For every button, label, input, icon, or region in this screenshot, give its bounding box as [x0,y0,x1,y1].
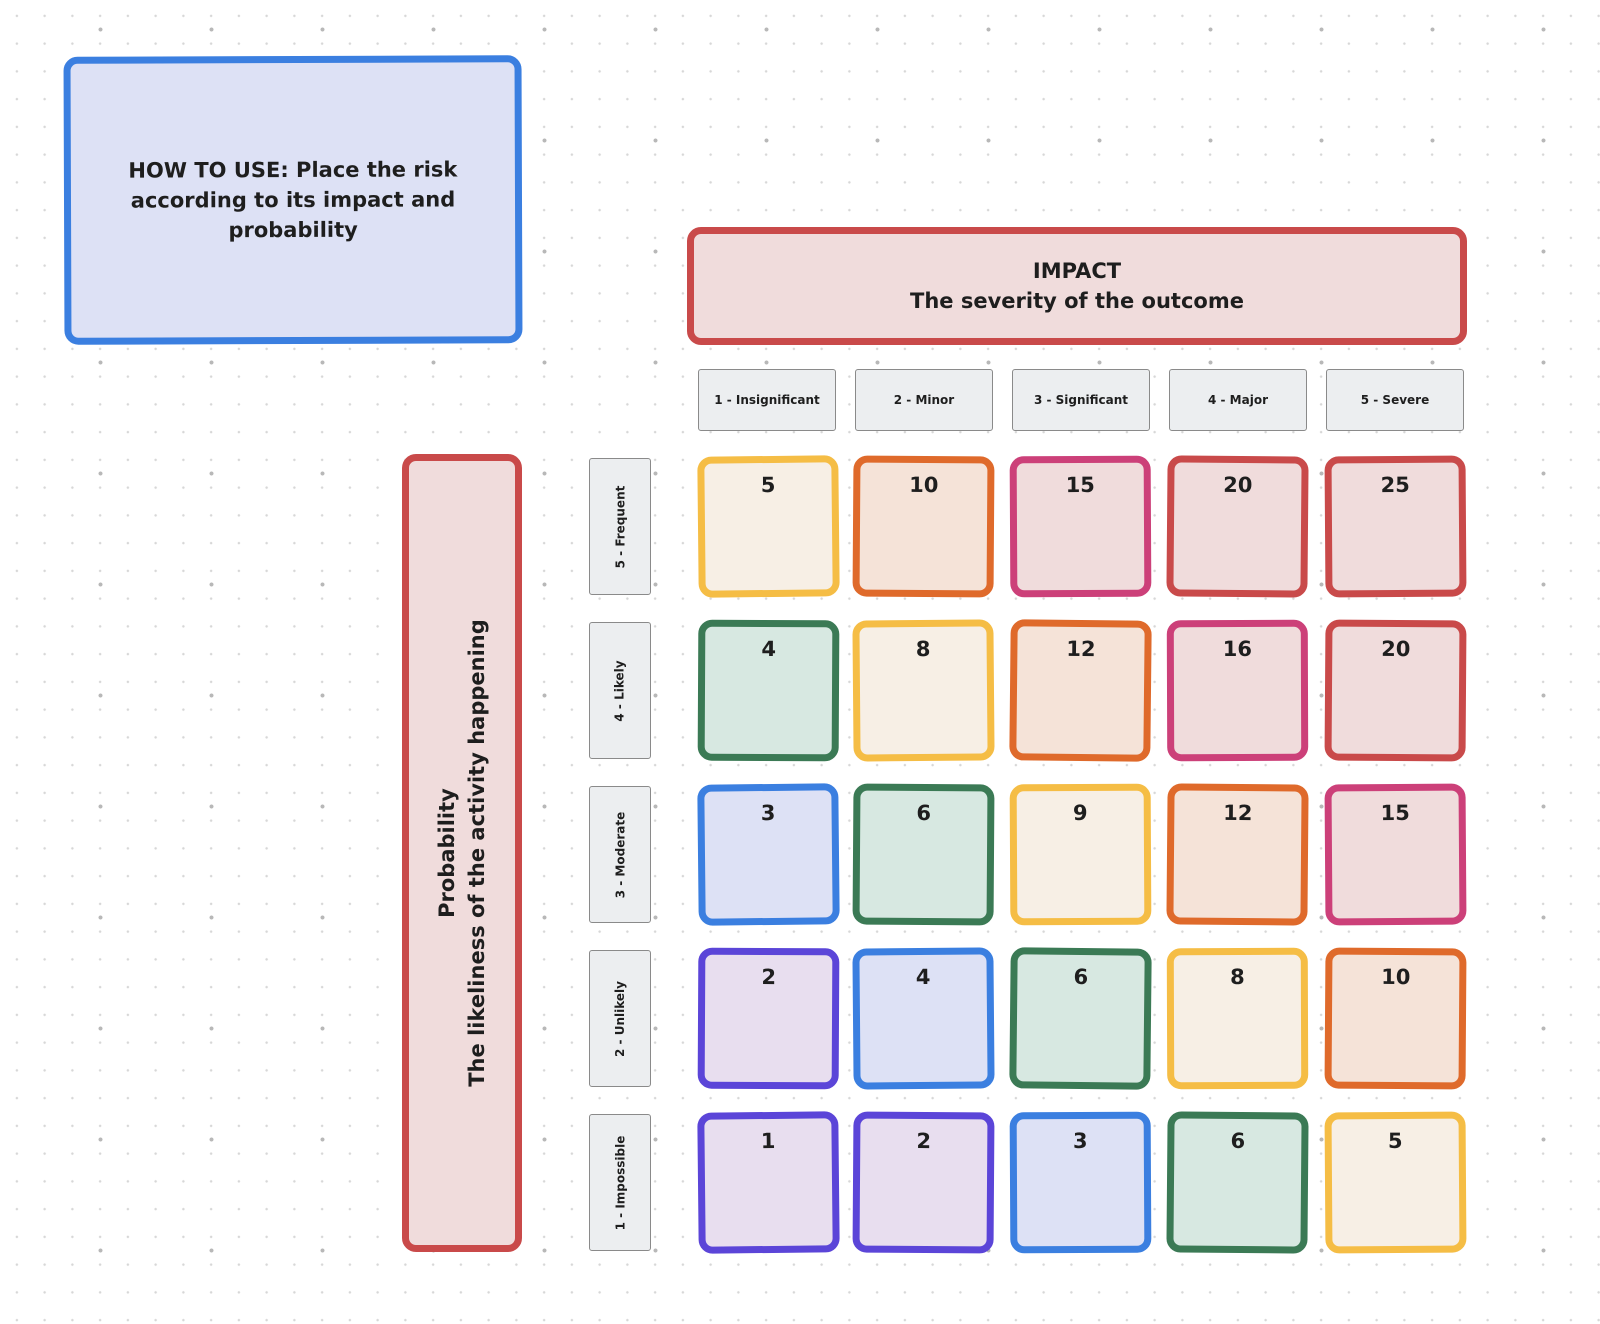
risk-cell[interactable]: 2 [852,1111,995,1254]
risk-cell[interactable]: 10 [1324,947,1467,1090]
risk-cell[interactable]: 8 [852,619,995,762]
risk-cell[interactable]: 12 [1166,783,1309,926]
risk-cell[interactable]: 5 [697,455,840,598]
impact-level-5[interactable]: 5 - Severe [1326,369,1464,431]
risk-cell[interactable]: 15 [1324,783,1467,926]
probability-level-label: 3 - Moderate [613,811,627,898]
impact-level-label: 1 - Insignificant [714,393,820,407]
probability-title: Probability [435,788,459,918]
risk-score: 12 [1223,800,1253,826]
risk-score: 16 [1222,636,1253,662]
risk-score: 20 [1381,636,1411,662]
risk-cell[interactable]: 4 [852,947,995,1090]
probability-level-label: 1 - Impossible [613,1135,628,1230]
risk-score: 2 [761,964,777,990]
risk-cell[interactable]: 8 [1166,947,1309,1090]
risk-score: 6 [916,800,932,826]
impact-level-2[interactable]: 2 - Minor [855,369,993,431]
risk-cell[interactable]: 2 [697,947,840,1090]
risk-cell[interactable]: 6 [852,783,995,926]
risk-score: 10 [1381,964,1411,990]
impact-level-label: 4 - Major [1208,393,1268,407]
risk-score: 15 [1065,472,1095,498]
impact-subtitle: The severity of the outcome [910,289,1244,313]
risk-score: 2 [916,1128,932,1154]
risk-cell[interactable]: 6 [1166,1111,1309,1254]
risk-cell[interactable]: 5 [1324,1111,1467,1254]
probability-header[interactable]: Probability The likeliness of the activi… [402,454,522,1252]
probability-level-label: 4 - Likely [613,659,627,722]
risk-score: 15 [1380,800,1410,826]
risk-cell[interactable]: 20 [1166,455,1309,598]
probability-level-4[interactable]: 4 - Likely [589,622,651,759]
risk-cell[interactable]: 4 [697,619,840,762]
impact-level-1[interactable]: 1 - Insignificant [698,369,836,431]
risk-score: 12 [1066,636,1096,662]
risk-score: 4 [915,964,931,990]
impact-level-label: 3 - Significant [1033,393,1129,407]
impact-level-3[interactable]: 3 - Significant [1012,369,1150,431]
risk-cell[interactable]: 15 [1009,455,1152,598]
risk-score: 5 [1387,1128,1403,1154]
risk-score: 5 [760,472,776,498]
impact-level-label: 2 - Minor [893,393,955,407]
risk-score: 20 [1223,472,1253,498]
risk-cell[interactable]: 16 [1166,619,1309,762]
risk-score: 6 [1230,1128,1246,1154]
impact-level-label: 5 - Severe [1360,393,1430,407]
risk-cell[interactable]: 6 [1009,947,1152,1090]
probability-subtitle: The likeliness of the activity happening [465,619,489,1087]
risk-cell[interactable]: 3 [1009,1111,1152,1254]
impact-header[interactable]: IMPACT The severity of the outcome [687,227,1467,345]
probability-level-label: 5 - Frequent [613,485,628,568]
probability-level-label: 2 - Unlikely [613,980,627,1057]
risk-score: 4 [761,636,777,662]
risk-score: 3 [760,800,776,826]
risk-score: 8 [915,636,931,662]
probability-level-1[interactable]: 1 - Impossible [589,1114,651,1251]
impact-level-4[interactable]: 4 - Major [1169,369,1307,431]
risk-cell[interactable]: 20 [1324,619,1467,762]
risk-cell[interactable]: 1 [697,1111,840,1254]
risk-score: 3 [1072,1128,1088,1154]
risk-score: 1 [760,1128,776,1154]
probability-level-5[interactable]: 5 - Frequent [589,458,651,595]
risk-cell[interactable]: 3 [697,783,840,926]
risk-score: 8 [1230,964,1245,990]
risk-score: 10 [909,472,939,498]
how-to-use-note[interactable]: HOW TO USE: Place the risk according to … [63,55,523,345]
probability-level-3[interactable]: 3 - Moderate [589,786,651,923]
risk-cell[interactable]: 25 [1324,455,1467,598]
probability-level-2[interactable]: 2 - Unlikely [589,950,651,1087]
risk-score: 9 [1072,800,1088,826]
risk-cell[interactable]: 9 [1009,783,1152,926]
risk-cell[interactable]: 12 [1009,619,1152,762]
how-to-use-text: HOW TO USE: Place the risk according to … [128,157,458,243]
risk-cell[interactable]: 10 [852,455,995,598]
impact-title: IMPACT [1032,259,1122,283]
risk-score: 6 [1073,964,1089,990]
risk-score: 25 [1380,472,1410,498]
